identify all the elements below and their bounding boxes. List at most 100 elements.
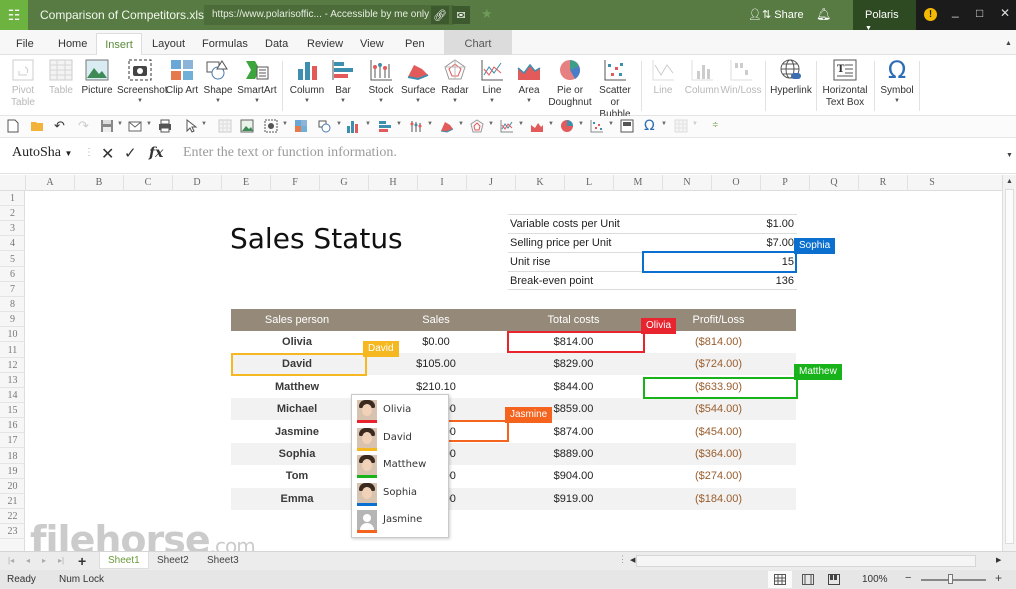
splitter-handle-icon[interactable]: ⋮: [618, 554, 627, 565]
sheet-tab-sheet3[interactable]: Sheet3: [199, 552, 247, 569]
copy-link-button[interactable]: 🔗︎: [431, 6, 449, 24]
cell-profit-loss[interactable]: ($274.00): [661, 470, 776, 482]
collapse-ribbon-icon[interactable]: ▲: [1005, 40, 1012, 47]
cell-total-costs[interactable]: $844.00: [521, 381, 626, 393]
zoom-out-button[interactable]: −: [905, 572, 911, 584]
cell-profit-loss[interactable]: ($364.00): [661, 448, 776, 460]
horizontal-scrollbar[interactable]: [636, 555, 976, 567]
text-box-small-icon[interactable]: [620, 119, 634, 133]
save-icon[interactable]: [100, 119, 114, 133]
zoom-slider-thumb[interactable]: [948, 574, 954, 584]
cell-sales-person[interactable]: Tom: [231, 470, 363, 482]
select-all-corner[interactable]: [0, 175, 25, 191]
row-header[interactable]: 6: [0, 267, 25, 282]
row-header[interactable]: 22: [0, 509, 25, 525]
app-menu-button[interactable]: ☷: [0, 0, 28, 30]
scrollbar-thumb[interactable]: [1005, 189, 1014, 544]
cell-total-costs[interactable]: $889.00: [521, 448, 626, 460]
scatter-dropdown-icon[interactable]: ▼: [608, 121, 614, 127]
screenshot-dropdown-icon[interactable]: ▼: [282, 121, 288, 127]
email-button[interactable]: ✉: [452, 6, 470, 24]
row-header[interactable]: 13: [0, 373, 25, 388]
input-row-break-even[interactable]: Break-even point 136: [508, 271, 797, 290]
sparkline-line-button[interactable]: Line: [650, 59, 676, 97]
zoom-slider-track[interactable]: [921, 579, 986, 581]
column-header[interactable]: R: [858, 175, 907, 191]
tab-insert[interactable]: Insert: [96, 33, 142, 56]
scatter-chart-small-icon[interactable]: [590, 119, 604, 133]
scroll-up-icon[interactable]: ▲: [1006, 178, 1013, 185]
cell-sales[interactable]: $210.10: [381, 381, 491, 393]
select-dropdown-icon[interactable]: ▼: [201, 121, 207, 127]
cell-profit-loss[interactable]: ($184.00): [661, 493, 776, 505]
line-dropdown-icon[interactable]: ▼: [518, 121, 524, 127]
line-chart-small-icon[interactable]: [500, 119, 514, 133]
surface-dropdown-icon[interactable]: ▼: [458, 121, 464, 127]
stock-chart-small-icon[interactable]: [409, 119, 423, 133]
maximize-button[interactable]: □: [976, 6, 983, 20]
sparkline-column-button[interactable]: Column: [682, 59, 722, 97]
table-button[interactable]: Table: [46, 59, 76, 97]
tab-review[interactable]: Review: [307, 38, 343, 50]
mention-item[interactable]: Matthew: [352, 452, 450, 479]
row-header[interactable]: 5: [0, 252, 25, 267]
open-folder-icon[interactable]: [30, 119, 44, 133]
clip-art-small-icon[interactable]: [294, 119, 308, 133]
symbol-dropdown-icon[interactable]: ▼: [661, 121, 667, 127]
row-header[interactable]: 11: [0, 343, 25, 358]
print-icon[interactable]: [158, 119, 172, 133]
tab-home[interactable]: Home: [58, 38, 87, 50]
header-sales-person[interactable]: Sales person: [231, 314, 363, 326]
column-header[interactable]: D: [172, 175, 221, 191]
cell-sales[interactable]: $105.00: [381, 358, 491, 370]
notification-bell-icon[interactable]: 🔔︎: [816, 7, 831, 21]
surface-chart-button[interactable]: Surface ▼: [401, 59, 435, 105]
shape-button[interactable]: Shape ▼: [203, 59, 233, 105]
cell-total-costs[interactable]: $829.00: [521, 358, 626, 370]
tab-pen[interactable]: Pen: [405, 38, 425, 50]
column-header[interactable]: A: [25, 175, 74, 191]
share-url-field[interactable]: https://www.polarisoffic... - Accessible…: [204, 5, 454, 25]
row-header[interactable]: 1: [0, 191, 25, 206]
prev-sheet-icon[interactable]: ◂: [26, 556, 30, 565]
favorite-star-icon[interactable]: ★: [481, 6, 493, 22]
tab-view[interactable]: View: [360, 38, 384, 50]
cell-sales-person[interactable]: Michael: [231, 403, 363, 415]
shape-dropdown-icon[interactable]: ▼: [336, 121, 342, 127]
cell-total-costs[interactable]: $874.00: [521, 426, 626, 438]
insert-function-button[interactable]: fx: [149, 145, 163, 161]
tab-file[interactable]: File: [16, 38, 34, 50]
picture-button[interactable]: Picture: [80, 59, 114, 97]
column-header[interactable]: H: [368, 175, 417, 191]
column-header[interactable]: L: [564, 175, 613, 191]
column-dropdown-icon[interactable]: ▼: [365, 121, 371, 127]
tab-layout[interactable]: Layout: [152, 38, 185, 50]
row-header[interactable]: 21: [0, 494, 25, 509]
cell-sales-person[interactable]: Olivia: [231, 336, 363, 348]
clip-art-button[interactable]: Clip Art: [165, 59, 199, 97]
pivot-table-button[interactable]: Pivot Table: [8, 59, 38, 109]
customize-toolbar-icon[interactable]: ≑: [712, 120, 719, 129]
picture-small-icon[interactable]: [240, 119, 254, 133]
cell-sales-person[interactable]: Jasmine: [231, 426, 363, 438]
normal-view-button[interactable]: [768, 571, 792, 588]
header-profit-loss[interactable]: Profit/Loss: [661, 314, 776, 326]
minimize-button[interactable]: _: [952, 4, 959, 18]
bar-chart-small-icon[interactable]: [378, 119, 392, 133]
smartart-button[interactable]: SmartArt ▼: [237, 59, 277, 105]
confirm-formula-button[interactable]: ✓: [124, 144, 137, 162]
cell-total-costs[interactable]: $919.00: [521, 493, 626, 505]
row-header[interactable]: 19: [0, 464, 25, 479]
shape-small-icon[interactable]: [318, 119, 332, 133]
stock-dropdown-icon[interactable]: ▼: [427, 121, 433, 127]
row-header[interactable]: 4: [0, 236, 25, 252]
sheet-title[interactable]: Sales Status: [230, 222, 403, 255]
row-header[interactable]: 2: [0, 206, 25, 222]
scroll-right-icon[interactable]: ▶: [996, 556, 1001, 564]
cell-total-costs[interactable]: $904.00: [521, 470, 626, 482]
header-total-costs[interactable]: Total costs: [521, 314, 626, 326]
sheet-tab-sheet2[interactable]: Sheet2: [149, 552, 197, 569]
column-header[interactable]: I: [417, 175, 466, 191]
column-header[interactable]: N: [662, 175, 711, 191]
line-chart-button[interactable]: Line ▼: [478, 59, 506, 105]
